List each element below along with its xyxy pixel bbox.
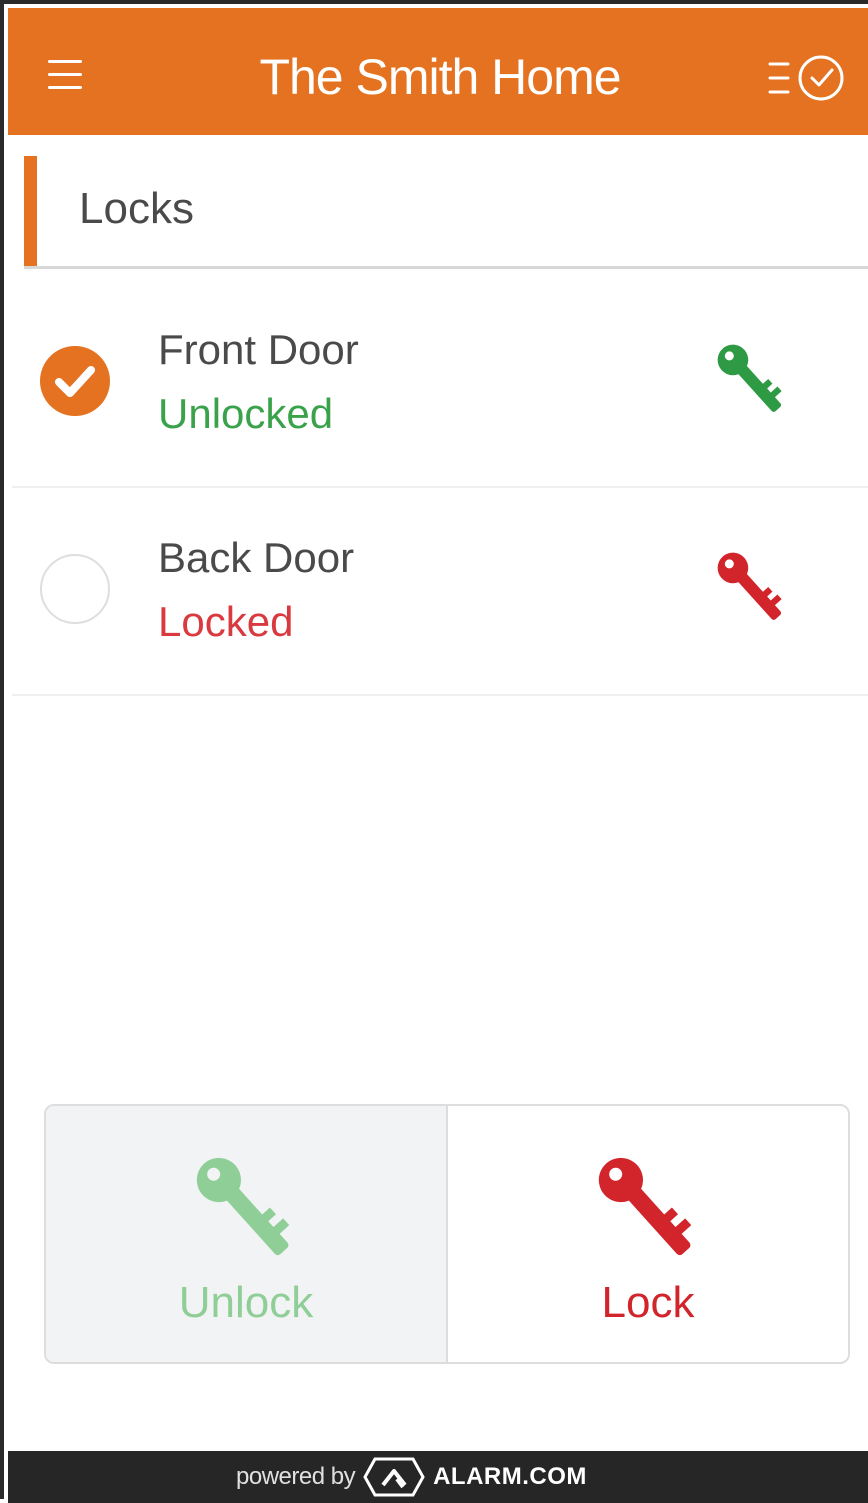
lock-action-panel: Unlock Lock xyxy=(44,1104,850,1364)
lock-name: Back Door xyxy=(158,534,355,581)
key-icon xyxy=(196,1157,290,1256)
lock-label: Lock xyxy=(601,1278,695,1327)
key-icon xyxy=(598,1157,692,1256)
section-title: Locks xyxy=(79,184,194,233)
unselected-radio-icon[interactable] xyxy=(40,554,110,624)
alarm-logo-icon xyxy=(363,1457,425,1497)
key-icon xyxy=(717,552,782,620)
lock-row-back-door[interactable]: Back Door Locked xyxy=(12,488,868,696)
section-accent-bar xyxy=(24,156,37,266)
list-clock-icon xyxy=(768,55,844,101)
app-frame: The Smith Home Locks Front Door Unlocked xyxy=(0,0,868,1503)
unlock-label: Unlock xyxy=(178,1278,314,1327)
locks-section-header: Locks xyxy=(24,156,868,269)
lock-button[interactable]: Lock xyxy=(448,1106,848,1362)
history-button[interactable] xyxy=(766,52,850,104)
selected-check-icon[interactable] xyxy=(40,346,110,416)
lock-status: Unlocked xyxy=(158,390,334,437)
brand-logo-text: ALARM.COM xyxy=(433,1463,587,1490)
page-title: The Smith Home xyxy=(259,49,621,105)
powered-by-footer: powered by ALARM.COM xyxy=(8,1451,868,1503)
app-header: The Smith Home xyxy=(8,8,868,135)
powered-by-text: powered by xyxy=(236,1463,356,1490)
lock-name: Front Door xyxy=(158,326,359,373)
lock-row-front-door[interactable]: Front Door Unlocked xyxy=(12,280,868,488)
unlock-button[interactable]: Unlock xyxy=(46,1106,448,1362)
key-icon xyxy=(717,344,782,412)
lock-status: Locked xyxy=(158,598,294,645)
